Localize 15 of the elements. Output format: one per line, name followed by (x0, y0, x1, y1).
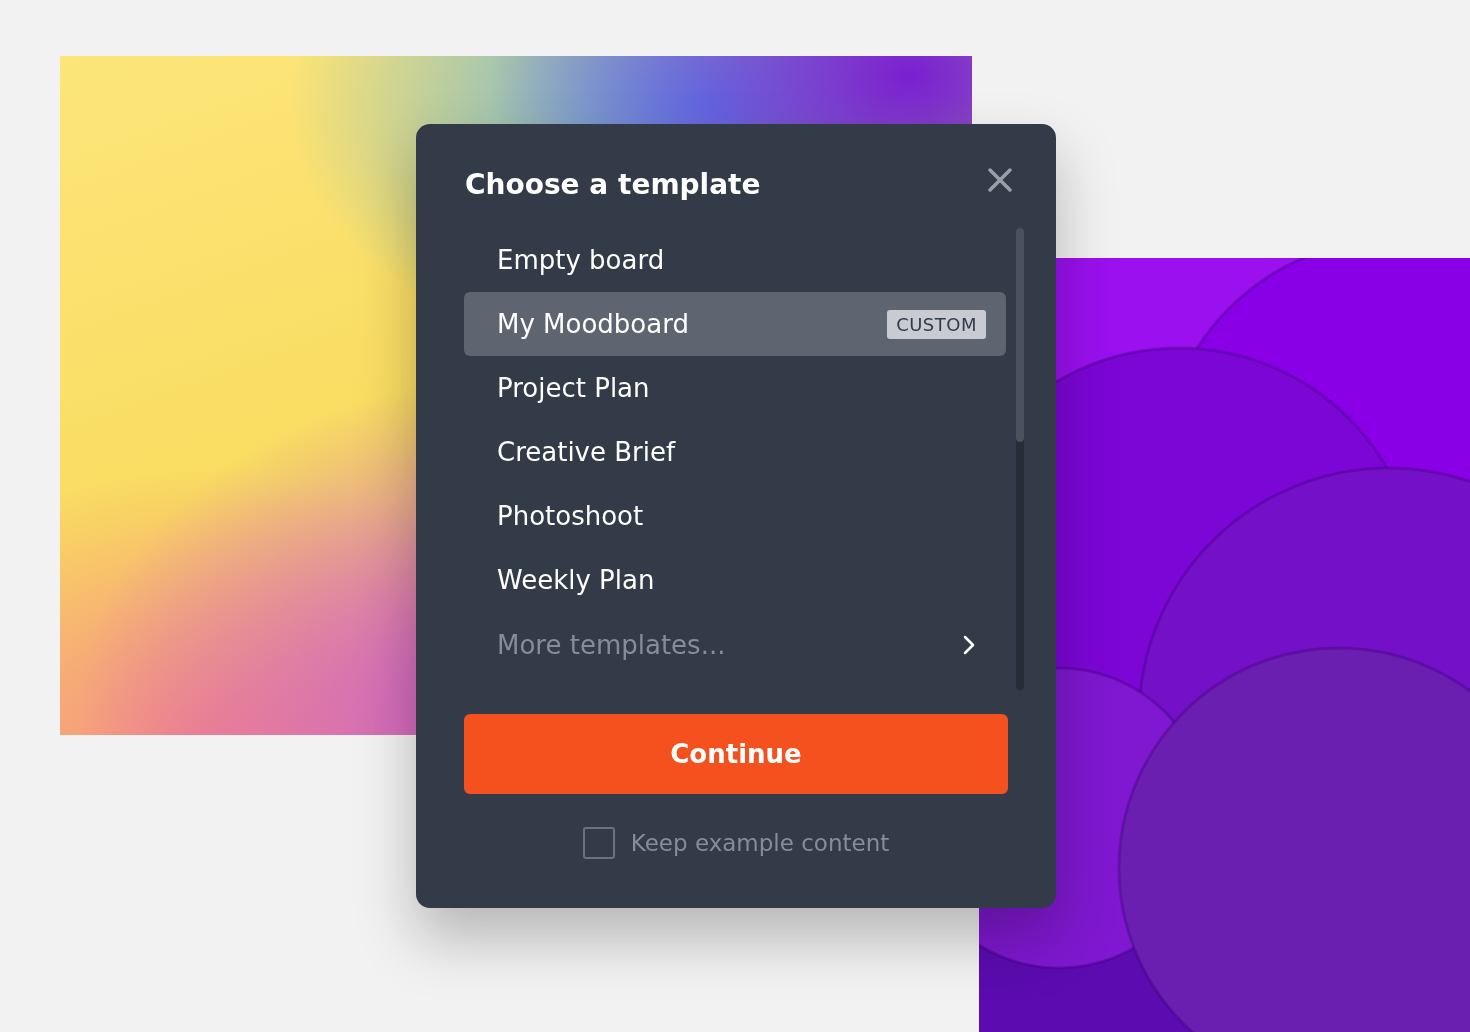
chevron-right-icon (962, 634, 976, 656)
template-item[interactable]: Empty board (464, 228, 1006, 292)
template-item[interactable]: My Moodboard CUSTOM (464, 292, 1006, 356)
scrollbar-track[interactable] (1016, 228, 1024, 690)
template-label[interactable]: My Moodboard (497, 304, 689, 344)
checkbox-label: Keep example content (630, 829, 890, 858)
close-icon[interactable] (986, 166, 1014, 194)
dialog-title: Choose a template (465, 167, 761, 203)
template-item[interactable]: Photoshoot (464, 484, 1006, 548)
checkbox[interactable] (582, 827, 615, 860)
template-item[interactable]: Creative Brief (464, 420, 1006, 484)
custom-tag: CUSTOM (887, 309, 986, 339)
scrollbar-thumb[interactable] (1016, 228, 1024, 442)
template-item[interactable]: Weekly Plan (464, 548, 1006, 612)
template-item[interactable]: Project Plan (464, 356, 1006, 420)
